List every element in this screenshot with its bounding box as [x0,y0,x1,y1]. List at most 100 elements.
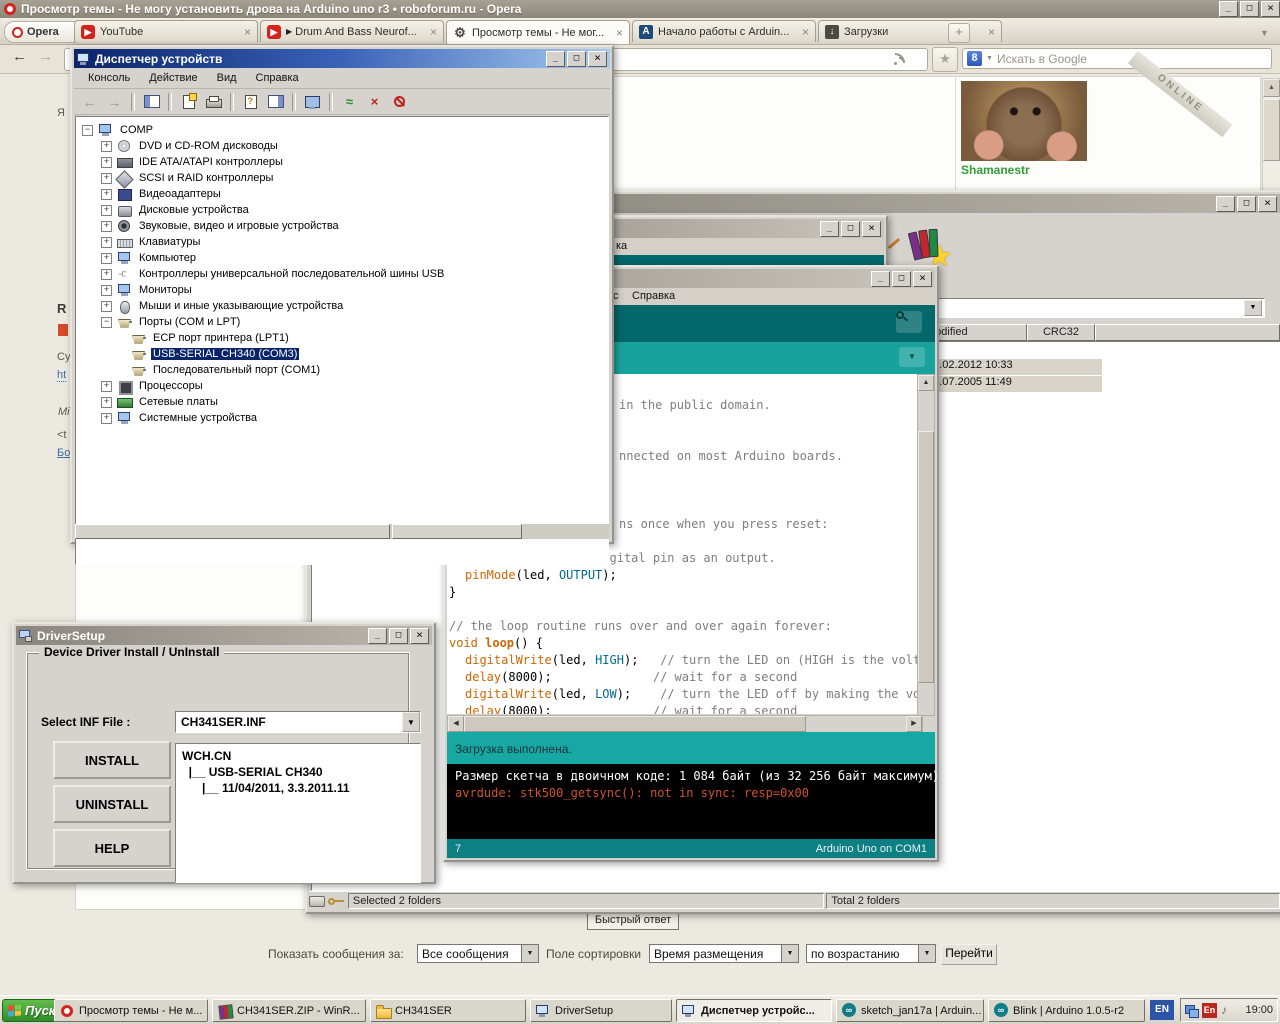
browser-tab[interactable]: ▶YouTube× [74,20,258,42]
tab-close-icon[interactable]: × [802,25,809,39]
dm-close-button[interactable] [588,51,607,67]
expand-plus-icon[interactable]: + [101,269,112,280]
uninstall-icon[interactable]: × [363,91,386,112]
winrar-add-icon[interactable]: ★ [907,226,949,268]
tree-item[interactable]: +DVD и CD-ROM дисководы [76,138,608,154]
tree-item[interactable]: +IDE ATA/ATAPI контроллеры [76,154,608,170]
taskbar-item[interactable]: DriverSetup [530,999,672,1022]
tree-item[interactable]: +Клавиатуры [76,234,608,250]
taskbar-item[interactable]: Просмотр темы - Не м... [54,999,208,1022]
scroll-left-icon[interactable]: ◀ [448,716,464,732]
browser-tab[interactable]: ⚙Просмотр темы - Не мог...× [446,20,630,44]
update-driver-icon[interactable] [301,91,324,112]
sort-field-select[interactable]: Время размещения ▼ [649,944,799,963]
taskbar-item[interactable]: Blink | Arduino 1.0.5-r2 [988,999,1145,1022]
browser-tab[interactable]: ↓Загрузки× [818,20,1002,42]
language-indicator[interactable]: EN [1150,1000,1174,1020]
tree-item[interactable]: +SCSI и RAID контроллеры [76,170,608,186]
scrollbar-thumb[interactable] [464,716,806,732]
tab-close-icon[interactable]: × [988,25,995,39]
arduino-maximize-button[interactable] [892,271,911,287]
dm-menu-item[interactable]: Действие [149,72,197,84]
tree-item[interactable]: +Мыши и иные указывающие устройства [76,298,608,314]
close-button[interactable] [862,221,881,237]
properties-icon[interactable] [177,91,200,112]
print-icon[interactable] [202,91,225,112]
taskbar-item[interactable]: Диспетчер устройс... [676,999,832,1022]
back-icon[interactable]: ← [78,91,101,112]
scan-hardware-icon[interactable]: ≈ [338,91,361,112]
tree-item[interactable]: Последовательный порт (COM1) [76,362,608,378]
sketch-tab-menu-button[interactable]: ▼ [899,347,925,367]
username-link[interactable]: Shamanestr [961,163,1030,177]
editor-vertical-scrollbar[interactable]: ▲ [917,374,935,716]
show-posts-select[interactable]: Все сообщения ▼ [417,944,539,963]
expand-plus-icon[interactable]: + [101,301,112,312]
arduino-minimize-button[interactable] [871,271,890,287]
editor-horizontal-scrollbar[interactable]: ◀ ▶ [447,715,923,733]
expand-minus-icon[interactable]: − [82,125,93,136]
taskbar-item[interactable]: sketch_jan17a | Arduin... [836,999,984,1022]
back-button[interactable]: ← [12,48,27,65]
tree-item[interactable]: +Процессоры [76,378,608,394]
page-fragment-bo[interactable]: Бо [57,447,70,459]
tree-item[interactable]: USB-SERIAL CH340 (COM3) [76,346,608,362]
expand-plus-icon[interactable]: + [101,413,112,424]
install-button[interactable]: INSTALL [53,741,171,779]
menu-item-help[interactable]: Справка [632,290,675,302]
uninstall-button[interactable]: UNINSTALL [53,785,171,823]
winrar-close-button[interactable] [1258,196,1277,212]
winrar-maximize-button[interactable] [1237,196,1256,212]
expand-plus-icon[interactable]: + [101,397,112,408]
serial-monitor-button[interactable] [896,311,922,333]
sort-order-select[interactable]: по возрастанию ▼ [806,944,936,963]
ds-close-button[interactable] [410,628,429,644]
help-button[interactable]: HELP [53,829,171,867]
show-console-tree-icon[interactable] [140,91,163,112]
search-engine-chevron-icon[interactable]: ▼ [986,55,993,62]
tab-close-icon[interactable]: × [430,25,437,39]
network-tray-icon[interactable] [1185,1005,1198,1016]
expand-plus-icon[interactable]: + [101,205,112,216]
arduino-close-button[interactable] [913,271,932,287]
dm-maximize-button[interactable] [567,51,586,67]
expand-plus-icon[interactable]: + [101,237,112,248]
dm-menu-item[interactable]: Справка [256,72,299,84]
dropdown-arrow-icon[interactable]: ▼ [1244,300,1262,316]
maximize-button[interactable] [841,221,860,237]
browser-tab[interactable]: AНачало работы с Arduin...× [632,20,816,42]
scroll-right-icon[interactable]: ▶ [906,716,922,732]
tree-item[interactable]: +Мониторы [76,282,608,298]
winrar-minimize-button[interactable] [1216,196,1235,212]
expand-plus-icon[interactable]: + [101,381,112,392]
tree-item[interactable]: +Звуковые, видео и игровые устройства [76,218,608,234]
bookmark-star-icon[interactable]: ★ [932,47,958,72]
tree-item[interactable]: +Сетевые платы [76,394,608,410]
minimize-button[interactable] [820,221,839,237]
expand-minus-icon[interactable]: − [101,317,112,328]
expand-plus-icon[interactable]: + [101,285,112,296]
inf-file-combobox[interactable]: CH341SER.INF ▼ [175,711,421,733]
tree-item[interactable]: +Компьютер [76,250,608,266]
opera-restore-button[interactable] [1240,1,1259,17]
dm-menu-item[interactable]: Консоль [88,72,130,84]
taskbar-item[interactable]: CH341SER.ZIP - WinR... [212,999,366,1022]
opera-minimize-button[interactable] [1219,1,1238,17]
expand-plus-icon[interactable]: + [101,221,112,232]
ds-maximize-button[interactable] [389,628,408,644]
forward-icon[interactable]: → [103,91,126,112]
tree-item[interactable]: −Порты (COM и LPT) [76,314,608,330]
search-input[interactable]: 8 ▼ Искать в Google [962,48,1272,69]
scrollbar-thumb[interactable] [918,431,934,683]
taskbar-item[interactable]: CH341SER [370,999,526,1022]
ds-minimize-button[interactable] [368,628,387,644]
new-tab-button[interactable]: + [948,23,970,43]
tree-item[interactable]: ECP порт принтера (LPT1) [76,330,608,346]
expand-plus-icon[interactable]: + [101,253,112,264]
menu-item-help[interactable]: ка [616,240,627,252]
keyboard-layout-icon[interactable]: En [1202,1003,1217,1018]
dropdown-arrow-icon[interactable]: ▼ [781,945,798,962]
disable-icon[interactable] [388,91,411,112]
volume-icon[interactable]: ♪ [1221,1003,1227,1017]
dropdown-arrow-icon[interactable]: ▼ [918,945,935,962]
